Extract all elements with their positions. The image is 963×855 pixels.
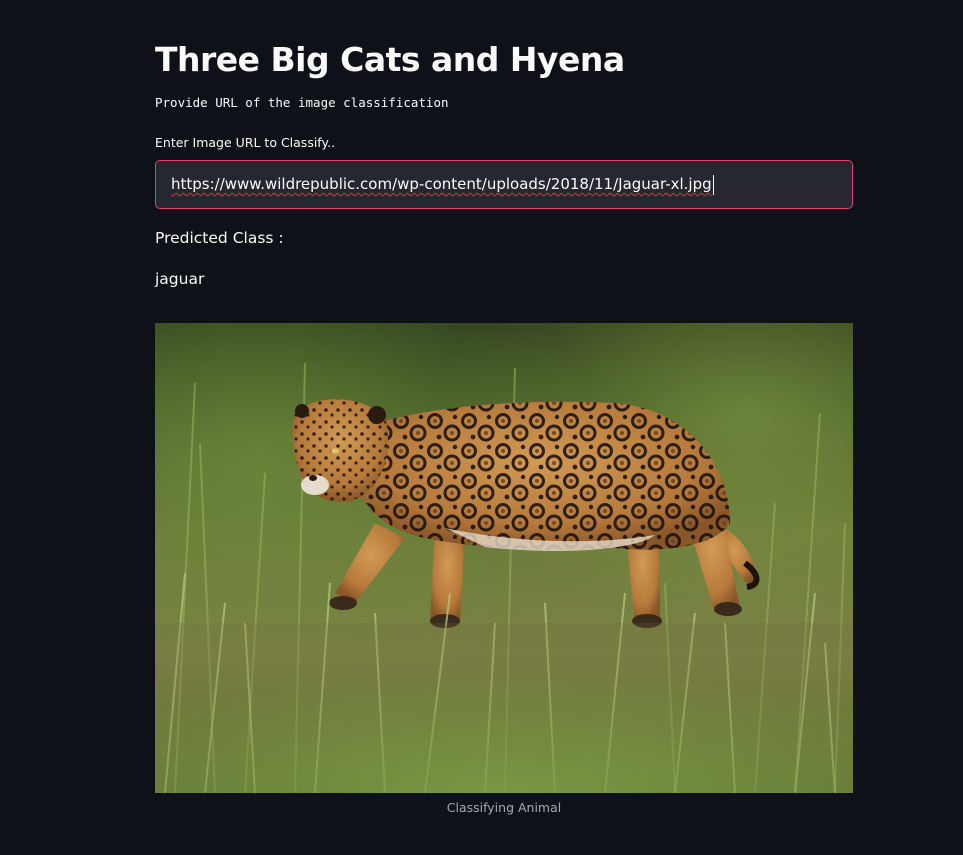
url-input-label: Enter Image URL to Classify.. xyxy=(155,135,336,150)
image-caption: Classifying Animal xyxy=(446,800,562,815)
image-url-input[interactable]: https://www.wildrepublic.com/wp-content/… xyxy=(155,160,853,209)
image-url-value: https://www.wildrepublic.com/wp-content/… xyxy=(171,175,712,193)
predicted-class-label: Predicted Class : xyxy=(155,229,284,247)
page-title: Three Big Cats and Hyena xyxy=(155,40,625,79)
page-subtitle: Provide URL of the image classification xyxy=(155,95,449,110)
classified-image xyxy=(155,323,853,793)
text-caret xyxy=(712,174,714,195)
predicted-class-value: jaguar xyxy=(155,270,205,288)
